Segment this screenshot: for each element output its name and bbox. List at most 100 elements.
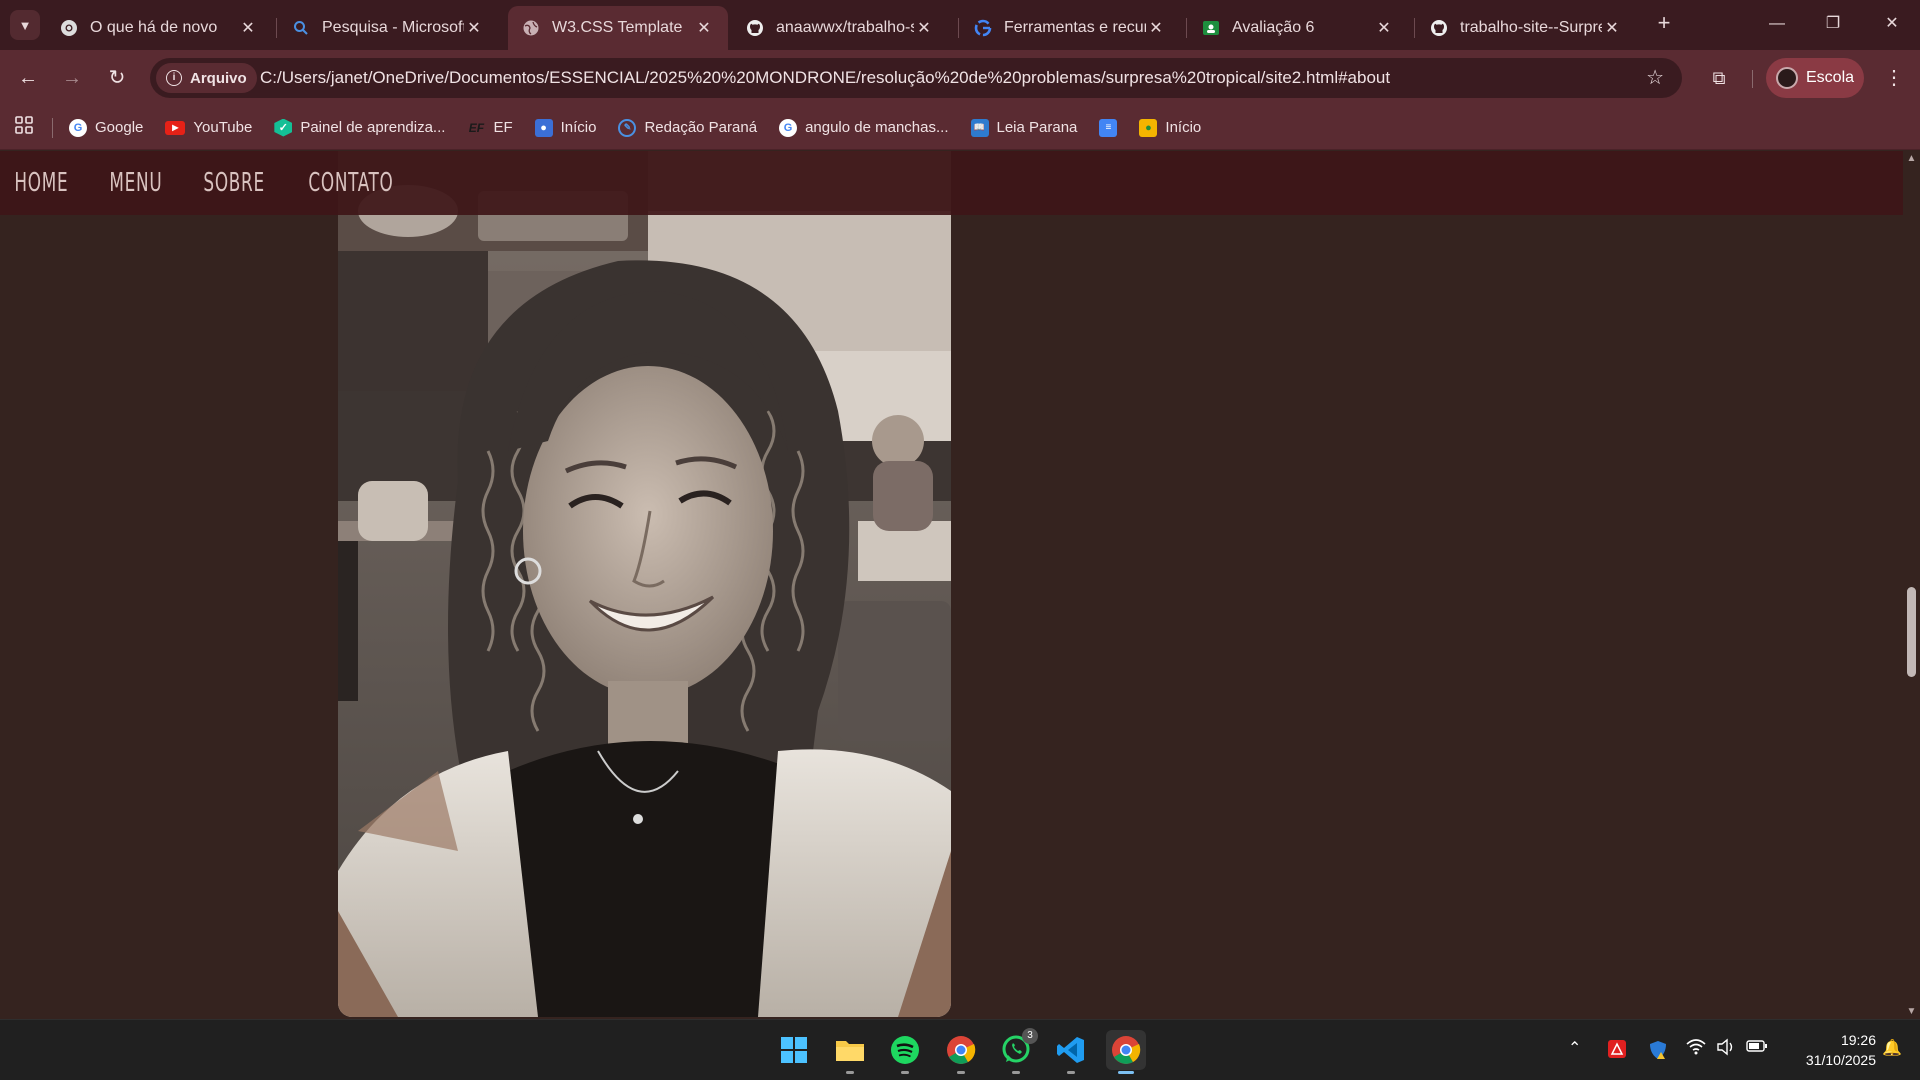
security-shield-icon[interactable] bbox=[1648, 1040, 1668, 1065]
new-tab-button[interactable]: + bbox=[1652, 12, 1676, 36]
notification-badge: 3 bbox=[1022, 1028, 1038, 1044]
bookmark-label: Google bbox=[95, 119, 144, 136]
close-icon[interactable]: ✕ bbox=[238, 18, 258, 38]
scroll-down-arrow-icon[interactable]: ▼ bbox=[1906, 1006, 1917, 1017]
tab-0[interactable]: O que há de novo ✕ bbox=[46, 6, 272, 50]
site-info-chip[interactable]: i Arquivo bbox=[156, 63, 257, 93]
more-menu-button[interactable]: ⋮ bbox=[1880, 62, 1908, 94]
ef-icon: EF bbox=[468, 120, 485, 135]
address-bar[interactable]: i Arquivo C:/Users/janet/OneDrive/Docume… bbox=[150, 58, 1682, 98]
chrome-button[interactable] bbox=[941, 1030, 981, 1074]
github-icon bbox=[1430, 19, 1448, 37]
docs-icon: ≡ bbox=[1099, 118, 1118, 137]
about-photo bbox=[338, 151, 951, 1017]
bookmark-inicio[interactable]: ● Início bbox=[534, 118, 596, 137]
spotify-button[interactable] bbox=[885, 1030, 925, 1074]
adobe-icon[interactable] bbox=[1608, 1040, 1626, 1063]
scrollbar-thumb[interactable] bbox=[1907, 587, 1916, 677]
nav-contato[interactable]: CONTATO bbox=[294, 168, 408, 198]
bookmark-google[interactable]: G Google bbox=[69, 118, 144, 137]
tab-divider bbox=[1186, 18, 1187, 38]
bookmark-star-icon[interactable]: ☆ bbox=[1646, 65, 1664, 90]
reload-button[interactable]: ↻ bbox=[101, 62, 133, 94]
bookmark-label: Início bbox=[1165, 119, 1202, 136]
chrome-profile-button[interactable] bbox=[1106, 1030, 1146, 1074]
bookmark-painel[interactable]: ✓ Painel de aprendiza... bbox=[274, 118, 445, 137]
bookmark-ef[interactable]: EF EF bbox=[467, 119, 513, 137]
tab-5[interactable]: Avaliação 6 ✕ bbox=[1188, 6, 1408, 50]
puzzle-icon: ⧉ bbox=[1712, 68, 1726, 88]
bookmark-angulo[interactable]: G angulo de manchas... bbox=[779, 118, 949, 137]
tab-6[interactable]: trabalho-site--Surpre ✕ bbox=[1416, 6, 1636, 50]
extensions-button[interactable]: ⧉ bbox=[1703, 62, 1735, 94]
tab-1[interactable]: Pesquisa - Microsoft ✕ bbox=[278, 6, 498, 50]
running-indicator bbox=[901, 1071, 909, 1074]
reload-icon: ↻ bbox=[108, 67, 126, 89]
classroom-icon bbox=[1202, 19, 1220, 37]
minimize-button[interactable]: — bbox=[1757, 8, 1797, 40]
wifi-icon[interactable] bbox=[1686, 1038, 1706, 1061]
tab-title: W3.CSS Template bbox=[552, 19, 683, 36]
folder-icon bbox=[836, 1041, 864, 1061]
nav-sobre[interactable]: SOBRE bbox=[189, 168, 279, 198]
youtube-icon: ▶ bbox=[165, 120, 186, 135]
chevron-up-icon[interactable]: ⌃ bbox=[1568, 1038, 1581, 1058]
clock[interactable]: 19:26 31/10/2025 bbox=[1786, 1030, 1876, 1070]
tab-2[interactable]: W3.CSS Template ✕ bbox=[508, 6, 728, 50]
windows-icon bbox=[781, 1037, 807, 1063]
close-window-button[interactable]: ✕ bbox=[1872, 8, 1912, 40]
nav-home[interactable]: HOME bbox=[0, 168, 83, 198]
close-icon[interactable]: ✕ bbox=[1602, 18, 1622, 38]
bookmark-redacao[interactable]: ✎ Redação Paraná bbox=[618, 118, 757, 137]
bookmark-label: EF bbox=[493, 119, 513, 136]
classroom-yellow-icon: ● bbox=[1139, 118, 1158, 137]
github-icon bbox=[746, 19, 764, 37]
info-icon: i bbox=[166, 70, 182, 86]
arrow-right-icon: → bbox=[62, 67, 82, 89]
scroll-up-arrow-icon[interactable]: ▲ bbox=[1906, 153, 1917, 164]
apps-grid-icon[interactable] bbox=[12, 116, 36, 139]
redacao-icon: ✎ bbox=[618, 118, 637, 137]
site-navbar: HOME MENU SOBRE CONTATO bbox=[0, 151, 1903, 215]
whatsapp-button[interactable]: 3 bbox=[996, 1028, 1038, 1074]
forward-button[interactable]: → bbox=[56, 62, 88, 94]
close-icon[interactable]: ✕ bbox=[914, 18, 934, 38]
battery-icon[interactable] bbox=[1746, 1038, 1768, 1059]
profile-button[interactable]: Escola bbox=[1766, 58, 1864, 98]
page-scrollbar[interactable]: ▲ ▼ bbox=[1903, 151, 1920, 1019]
chrome-icon bbox=[60, 19, 78, 37]
running-indicator bbox=[1118, 1071, 1134, 1074]
start-button[interactable] bbox=[774, 1030, 814, 1070]
vscode-button[interactable] bbox=[1051, 1030, 1091, 1074]
book-icon: 📖 bbox=[970, 118, 989, 137]
bookmark-youtube[interactable]: ▶ YouTube bbox=[165, 119, 252, 136]
url-text[interactable]: C:/Users/janet/OneDrive/Documentos/ESSEN… bbox=[260, 68, 1390, 88]
bookmark-inicio-2[interactable]: ● Início bbox=[1139, 118, 1202, 137]
back-button[interactable]: ← bbox=[12, 62, 44, 94]
running-indicator bbox=[1067, 1071, 1075, 1074]
kebab-menu-icon: ⋮ bbox=[1884, 67, 1904, 89]
notification-bell-icon[interactable]: 🔔 bbox=[1882, 1038, 1902, 1058]
file-explorer-button[interactable] bbox=[830, 1030, 870, 1074]
close-icon[interactable]: ✕ bbox=[694, 18, 714, 38]
tab-3[interactable]: anaawwx/trabalho-si ✕ bbox=[732, 6, 948, 50]
nav-menu[interactable]: MENU bbox=[95, 168, 177, 198]
profile-label: Escola bbox=[1806, 69, 1855, 86]
bookmarks-divider bbox=[52, 117, 53, 138]
bookmark-leia[interactable]: 📖 Leia Parana bbox=[970, 118, 1077, 137]
bookmark-docs[interactable]: ≡ bbox=[1099, 118, 1125, 137]
close-icon[interactable]: ✕ bbox=[1374, 18, 1394, 38]
close-icon[interactable]: ✕ bbox=[464, 18, 484, 38]
restore-button[interactable]: ❐ bbox=[1813, 8, 1853, 40]
tab-title: Ferramentas e recurs bbox=[1004, 19, 1146, 36]
chevron-down-icon: ▼ bbox=[18, 17, 32, 33]
tab-divider bbox=[276, 18, 277, 38]
tab-title: O que há de novo bbox=[90, 19, 218, 36]
volume-icon[interactable] bbox=[1716, 1038, 1736, 1061]
tab-4[interactable]: Ferramentas e recurs ✕ bbox=[960, 6, 1180, 50]
running-indicator bbox=[1012, 1071, 1020, 1074]
close-icon[interactable]: ✕ bbox=[1146, 18, 1166, 38]
windows-taskbar: 3 ⌃ 19:26 31/10/2025 🔔 bbox=[0, 1019, 1920, 1080]
khan-icon: ✓ bbox=[274, 118, 293, 137]
tab-search-button[interactable]: ▼ bbox=[10, 10, 40, 40]
